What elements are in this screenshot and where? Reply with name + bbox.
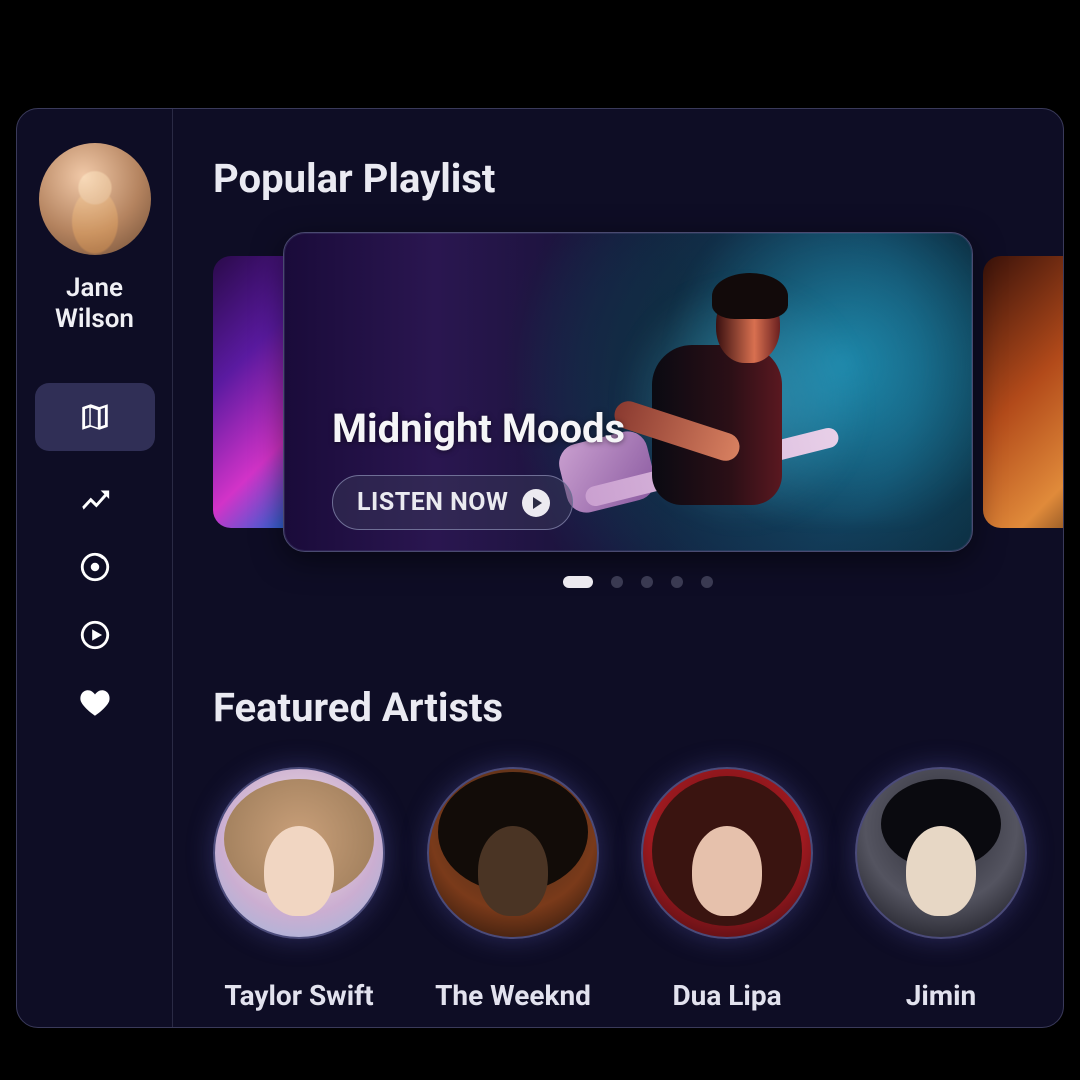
app-window: Jane Wilson [16,108,1064,1028]
trend-icon [78,482,112,516]
play-circle-icon [78,618,112,652]
sidebar-item-explore[interactable] [35,383,155,451]
sidebar-item-trending[interactable] [35,479,155,519]
carousel-dot-4[interactable] [671,576,683,588]
artist-avatar [213,767,385,939]
playlist-main-title: Midnight Moods [332,405,625,452]
listen-now-button[interactable]: LISTEN NOW [332,475,573,530]
sidebar-nav [17,383,172,723]
carousel-dot-2[interactable] [611,576,623,588]
featured-artists-section: Featured Artists Taylor Swift The Weeknd… [213,684,1063,1012]
play-icon [522,489,550,517]
user-avatar[interactable] [39,143,151,255]
heart-icon [78,686,112,720]
sidebar: Jane Wilson [17,109,173,1027]
featured-artists-title: Featured Artists [213,684,1063,731]
artist-card[interactable]: Jimin [855,767,1027,1012]
playlist-card-next[interactable]: rs [983,256,1063,528]
carousel-dots [213,576,1063,588]
artist-name: Jimin [906,979,976,1012]
carousel-dot-5[interactable] [701,576,713,588]
artist-name: Taylor Swift [224,979,373,1012]
artist-avatar [641,767,813,939]
artist-name: Dua Lipa [672,979,781,1012]
artist-card[interactable]: The Weeknd [427,767,599,1012]
artist-avatar [855,767,1027,939]
artist-card[interactable]: Dua Lipa [641,767,813,1012]
disc-icon [78,550,112,584]
carousel-dot-3[interactable] [641,576,653,588]
artists-row: Taylor Swift The Weeknd Dua Lipa Jimin [213,767,1063,1012]
artist-card[interactable]: Taylor Swift [213,767,385,1012]
listen-now-label: LISTEN NOW [357,488,508,517]
artist-name: The Weeknd [435,979,591,1012]
artist-avatar [427,767,599,939]
sidebar-item-play[interactable] [35,615,155,655]
user-name: Jane Wilson [55,273,134,335]
playlist-carousel: rs Midnight Moods LISTEN NOW [213,232,1063,604]
main-content: Popular Playlist rs Midnight Moods [173,109,1063,1027]
decorative-musician [612,267,822,527]
map-icon [78,400,112,434]
playlist-card-main[interactable]: Midnight Moods LISTEN NOW [283,232,973,552]
sidebar-item-albums[interactable] [35,547,155,587]
carousel-dot-1[interactable] [563,576,593,588]
sidebar-item-favorites[interactable] [35,683,155,723]
popular-playlist-title: Popular Playlist [213,155,1063,202]
